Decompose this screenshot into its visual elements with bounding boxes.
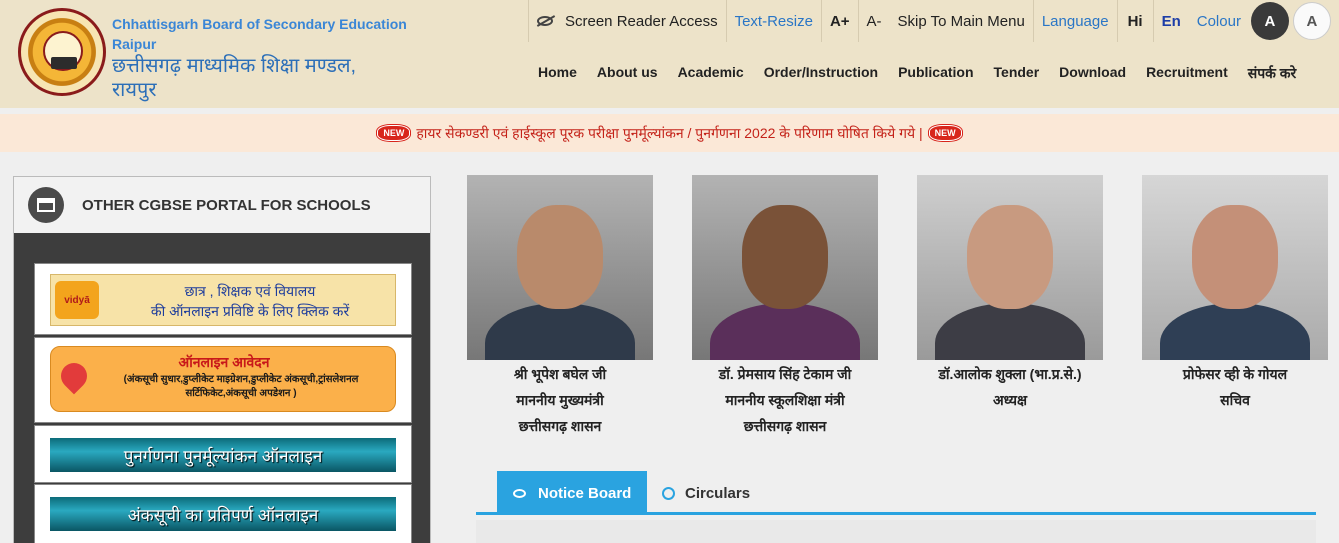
marksheet-counterfoil-banner[interactable]: अंकसूची का प्रतिपर्ण ऑनलाइन (50, 497, 396, 531)
banner-line: छात्र , शिक्षक एवं वियालय (184, 283, 316, 299)
portal-box: अंकसूची का प्रतिपर्ण ऑनलाइन (34, 484, 412, 543)
skip-to-main-link[interactable]: Skip To Main Menu (890, 0, 1034, 42)
official-photo (692, 175, 878, 360)
nav-academic[interactable]: Academic (668, 60, 754, 87)
ticker-link[interactable]: हायर सेकण्डरी एवं हाईस्कूल पूरक परीक्षा … (416, 124, 922, 143)
banner-line: पुनर्गणना पुनर्मूल्यांकन ऑनलाइन (123, 446, 323, 466)
main-nav: Home About us Academic Order/Instruction… (528, 60, 1306, 87)
brand-city-en: Raipur (112, 36, 157, 52)
new-badge-icon: NEW (377, 125, 411, 141)
panel-title: OTHER CGBSE PORTAL FOR SCHOOLS (82, 196, 371, 214)
lang-english-button[interactable]: En (1154, 0, 1189, 42)
cgbse-logo-icon[interactable] (18, 8, 106, 96)
tab-content-area (476, 520, 1316, 543)
official-card: डॉ. प्रेमसाय सिंह टेकाम जी माननीय स्कूलश… (692, 175, 878, 438)
nav-contact[interactable]: संपर्क करे (1238, 60, 1307, 87)
official-photo (917, 175, 1103, 360)
portal-box: पुनर्गणना पुनर्मूल्यांकन ऑनलाइन (34, 425, 412, 483)
screen-reader-link[interactable]: Screen Reader Access (529, 0, 727, 42)
official-photo (1142, 175, 1328, 360)
nav-home[interactable]: Home (528, 60, 587, 87)
tab-label: Circulars (685, 484, 751, 502)
official-card: प्रोफेसर व्ही के गोयल सचिव (1142, 175, 1328, 412)
eye-icon (513, 488, 526, 498)
nav-download[interactable]: Download (1049, 60, 1136, 87)
school-portal-panel: OTHER CGBSE PORTAL FOR SCHOOLS vidyā छात… (13, 176, 431, 543)
notice-tabs: Notice Board Circulars (476, 471, 1316, 515)
font-increase-button[interactable]: A+ (822, 0, 859, 42)
news-ticker: NEW हायर सेकण्डरी एवं हाईस्कूल पूरक परीक… (0, 114, 1339, 152)
official-name: श्री भूपेश बघेल जी (513, 366, 607, 382)
language-label: Language (1034, 0, 1118, 42)
official-role: माननीय मुख्यमंत्री (516, 392, 604, 408)
banner-line: अंकसूची का प्रतिपर्ण ऑनलाइन (127, 505, 319, 525)
official-card: श्री भूपेश बघेल जी माननीय मुख्यमंत्री छत… (467, 175, 653, 438)
official-role: अध्यक्ष (992, 392, 1028, 408)
vidya-logo-icon: vidyā (55, 281, 99, 319)
official-org: छत्तीसगढ़ शासन (518, 418, 602, 434)
revaluation-online-banner[interactable]: पुनर्गणना पुनर्मूल्यांकन ऑनलाइन (50, 438, 396, 472)
clock-icon (662, 486, 675, 500)
brand-name-en: Chhattisgarh Board of Secondary Educatio… (112, 16, 407, 32)
eye-slash-icon (537, 16, 553, 26)
nav-tender[interactable]: Tender (984, 60, 1050, 87)
nav-recruitment[interactable]: Recruitment (1136, 60, 1238, 87)
nav-publication[interactable]: Publication (888, 60, 983, 87)
official-name: प्रोफेसर व्ही के गोयल (1182, 366, 1288, 382)
official-role: सचिव (1220, 392, 1250, 408)
official-org: छत्तीसगढ़ शासन (743, 418, 827, 434)
light-theme-button[interactable]: A (1292, 2, 1331, 40)
nav-order-instruction[interactable]: Order/Instruction (754, 60, 888, 87)
text-resize-label: Text-Resize (727, 0, 822, 42)
font-decrease-button[interactable]: A- (859, 0, 890, 42)
official-photo (467, 175, 653, 360)
online-application-banner[interactable]: ऑनलाइन आवेदन (अंकसूची सुधार,डुप्लीकेट मा… (50, 346, 396, 412)
school-icon (28, 187, 64, 223)
brand-name-hi: छत्तीसगढ़ माध्यमिक शिक्षा मण्डल, रायपुर (112, 55, 357, 101)
official-name: डॉ.आलोक शुक्ला (भा.प्र.से.) (938, 366, 1082, 382)
banner-line: ऑनलाइन आवेदन (178, 354, 270, 370)
official-name: डॉ. प्रेमसाय सिंह टेकाम जी (718, 366, 852, 382)
student-entry-banner[interactable]: vidyā छात्र , शिक्षक एवं वियालय की ऑनलाइ… (50, 274, 396, 326)
panel-header: OTHER CGBSE PORTAL FOR SCHOOLS (14, 177, 430, 233)
site-header: Chhattisgarh Board of Secondary Educatio… (0, 0, 1339, 108)
official-card: डॉ.आलोक शुक्ला (भा.प्र.से.) अध्यक्ष (917, 175, 1103, 412)
lang-hindi-button[interactable]: Hi (1118, 0, 1154, 42)
colour-label: Colour (1196, 12, 1241, 30)
portal-box: ऑनलाइन आवेदन (अंकसूची सुधार,डुप्लीकेट मा… (34, 337, 412, 423)
banner-line: की ऑनलाइन प्रविष्टि के लिए क्लिक करें (150, 303, 350, 319)
tab-label: Notice Board (538, 484, 632, 502)
official-role: माननीय स्कूलशिक्षा मंत्री (725, 392, 845, 408)
dark-theme-button[interactable]: A (1250, 2, 1289, 40)
new-badge-icon: NEW (928, 125, 962, 141)
accessibility-bar: Screen Reader Access Text-Resize A+ A- S… (528, 0, 1331, 42)
tab-notice-board[interactable]: Notice Board (497, 471, 647, 515)
banner-line: (अंकसूची सुधार,डुप्लीकेट माइग्रेशन,डुप्ल… (123, 374, 359, 399)
portal-box: vidyā छात्र , शिक्षक एवं वियालय की ऑनलाइ… (34, 263, 412, 335)
nav-about-us[interactable]: About us (587, 60, 668, 87)
tab-circulars[interactable]: Circulars (662, 471, 750, 515)
